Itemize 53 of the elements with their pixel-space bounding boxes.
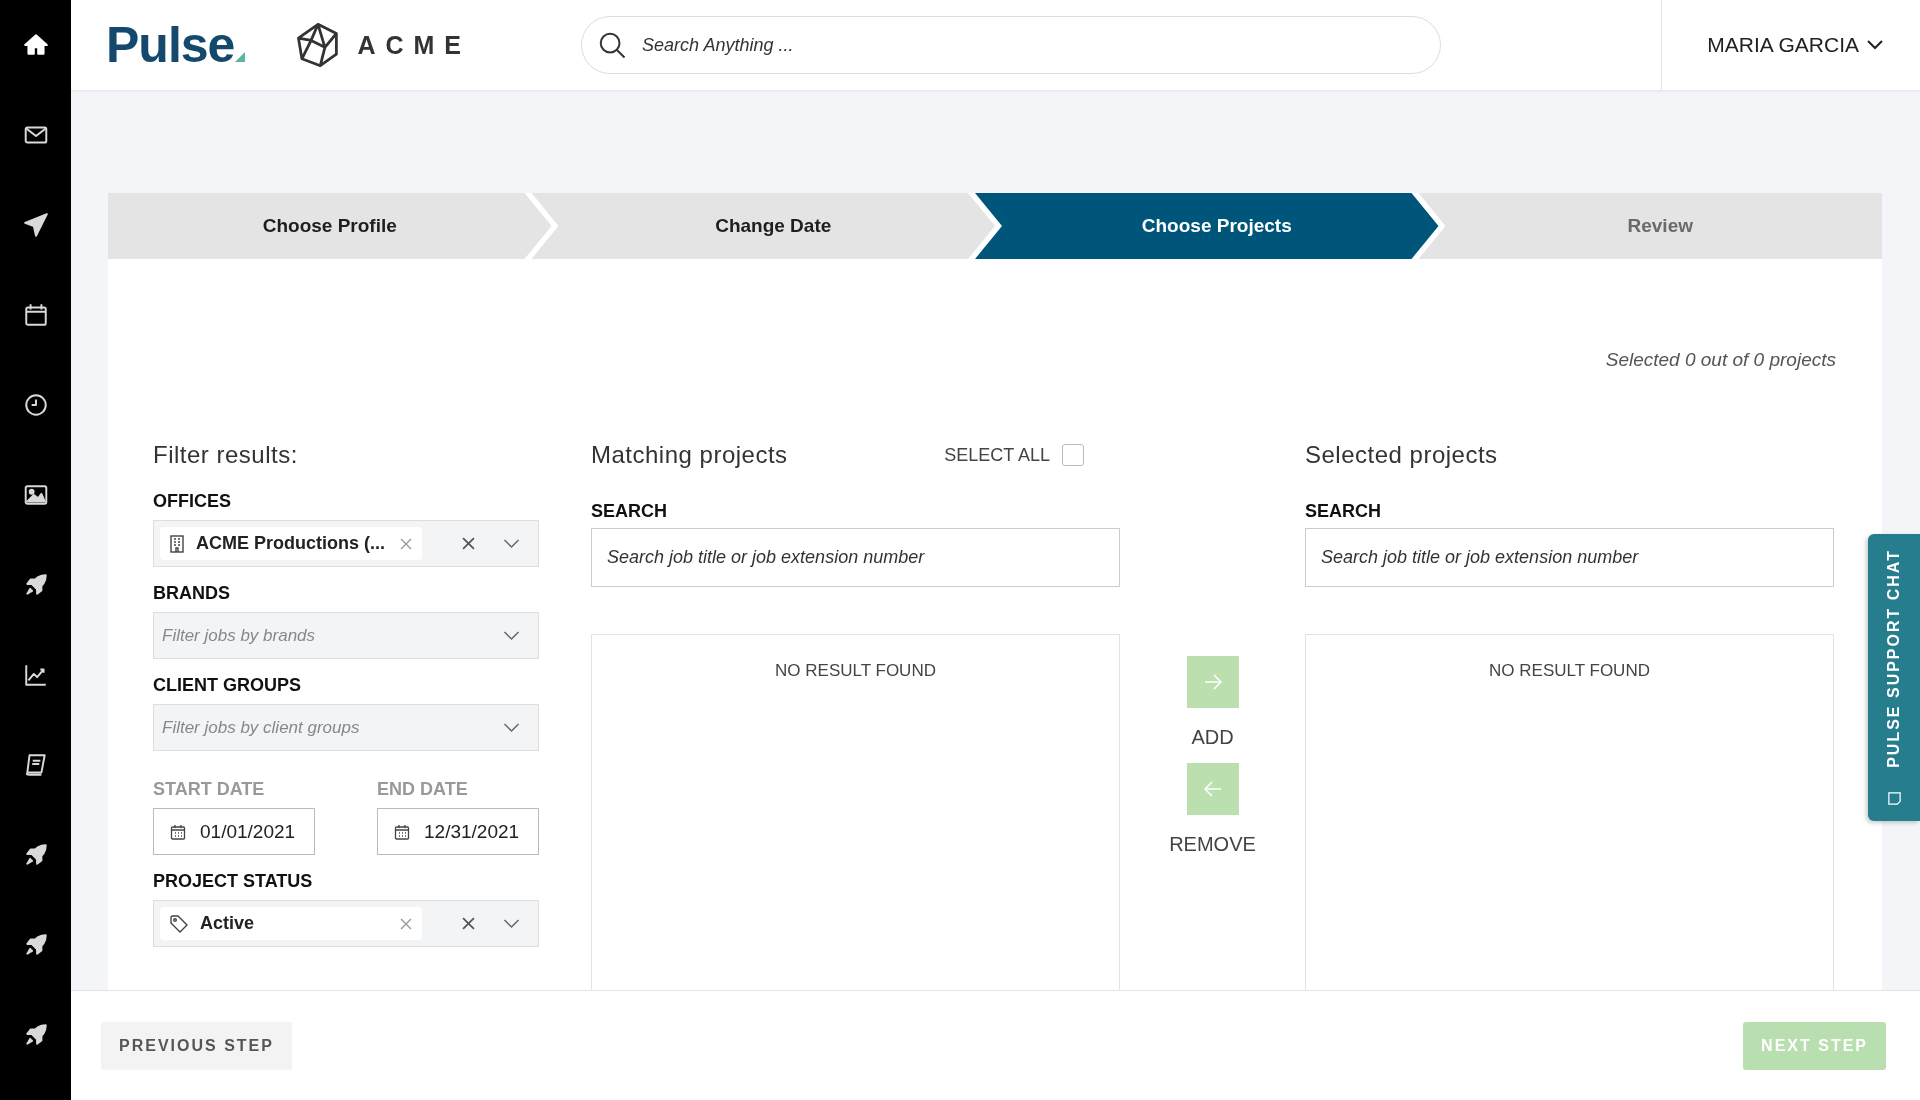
clear-icon[interactable] — [462, 537, 475, 550]
remove-icon[interactable] — [400, 537, 412, 550]
chevron-down-icon — [503, 630, 520, 641]
remove-icon[interactable] — [400, 917, 412, 930]
wizard-step[interactable]: Choose Profile — [108, 193, 552, 259]
offices-select[interactable]: ACME Productions (... — [153, 520, 539, 567]
field-label: START DATE — [153, 779, 266, 800]
clear-icon[interactable] — [462, 917, 475, 930]
calendar-icon — [170, 823, 186, 840]
support-chat-tab[interactable]: PULSE SUPPORT CHAT — [1868, 534, 1920, 821]
filter-title: Filter results: — [153, 440, 299, 470]
search-input[interactable]: Search job title or job extension number — [591, 528, 1120, 587]
field-label: OFFICES — [153, 491, 232, 512]
list-title: Matching projects — [591, 440, 788, 470]
chat-bubble-icon — [1886, 791, 1902, 807]
field-label: END DATE — [377, 779, 469, 800]
brand-name: ACME — [357, 30, 471, 60]
search-field[interactable]: Search Anything ... — [581, 16, 1441, 74]
arrow-right-icon — [1202, 672, 1223, 692]
search-icon — [597, 30, 627, 60]
triangle-icon — [235, 52, 246, 62]
select-all-label: SELECT ALL — [944, 444, 1050, 466]
selection-summary: Selected 0 out of 0 projects — [1604, 349, 1836, 371]
office-tag: ACME Productions (... — [160, 527, 422, 560]
empty-message: NO RESULT FOUND — [1488, 661, 1651, 681]
add-label: ADD — [1191, 726, 1234, 749]
building-icon — [170, 534, 184, 553]
arrow-left-icon — [1202, 779, 1223, 799]
wizard-step[interactable]: Choose Projects — [975, 193, 1439, 259]
field-label: SEARCH — [591, 501, 668, 522]
chevron-down-icon — [503, 722, 520, 733]
chevron-down-icon[interactable] — [503, 918, 520, 929]
user-menu[interactable]: MARIA GARCIA — [1707, 33, 1883, 57]
field-label: PROJECT STATUS — [153, 871, 314, 892]
remove-label: REMOVE — [1169, 833, 1256, 856]
chevron-down-icon — [1867, 40, 1883, 50]
end-date-field[interactable]: 12/31/2021 — [377, 808, 539, 855]
start-date-field[interactable]: 01/01/2021 — [153, 808, 315, 855]
field-label: CLIENT GROUPS — [153, 675, 302, 696]
empty-message: NO RESULT FOUND — [774, 661, 937, 681]
previous-step-button[interactable]: PREVIOUS STEP — [101, 1021, 292, 1070]
chevron-down-icon[interactable] — [503, 538, 520, 549]
field-label: BRANDS — [153, 583, 231, 604]
project-status-select[interactable]: Active — [153, 900, 539, 947]
select-all-checkbox[interactable] — [1062, 444, 1084, 466]
wizard-step[interactable]: Change Date — [531, 193, 995, 259]
field-label: SEARCH — [1305, 501, 1382, 522]
pulse-logo: Pulse — [106, 16, 235, 74]
tag-icon — [170, 914, 188, 933]
list-title: Selected projects — [1305, 440, 1498, 470]
status-tag: Active — [160, 907, 422, 940]
search-input[interactable]: Search job title or job extension number — [1305, 528, 1834, 587]
calendar-icon — [394, 823, 410, 840]
